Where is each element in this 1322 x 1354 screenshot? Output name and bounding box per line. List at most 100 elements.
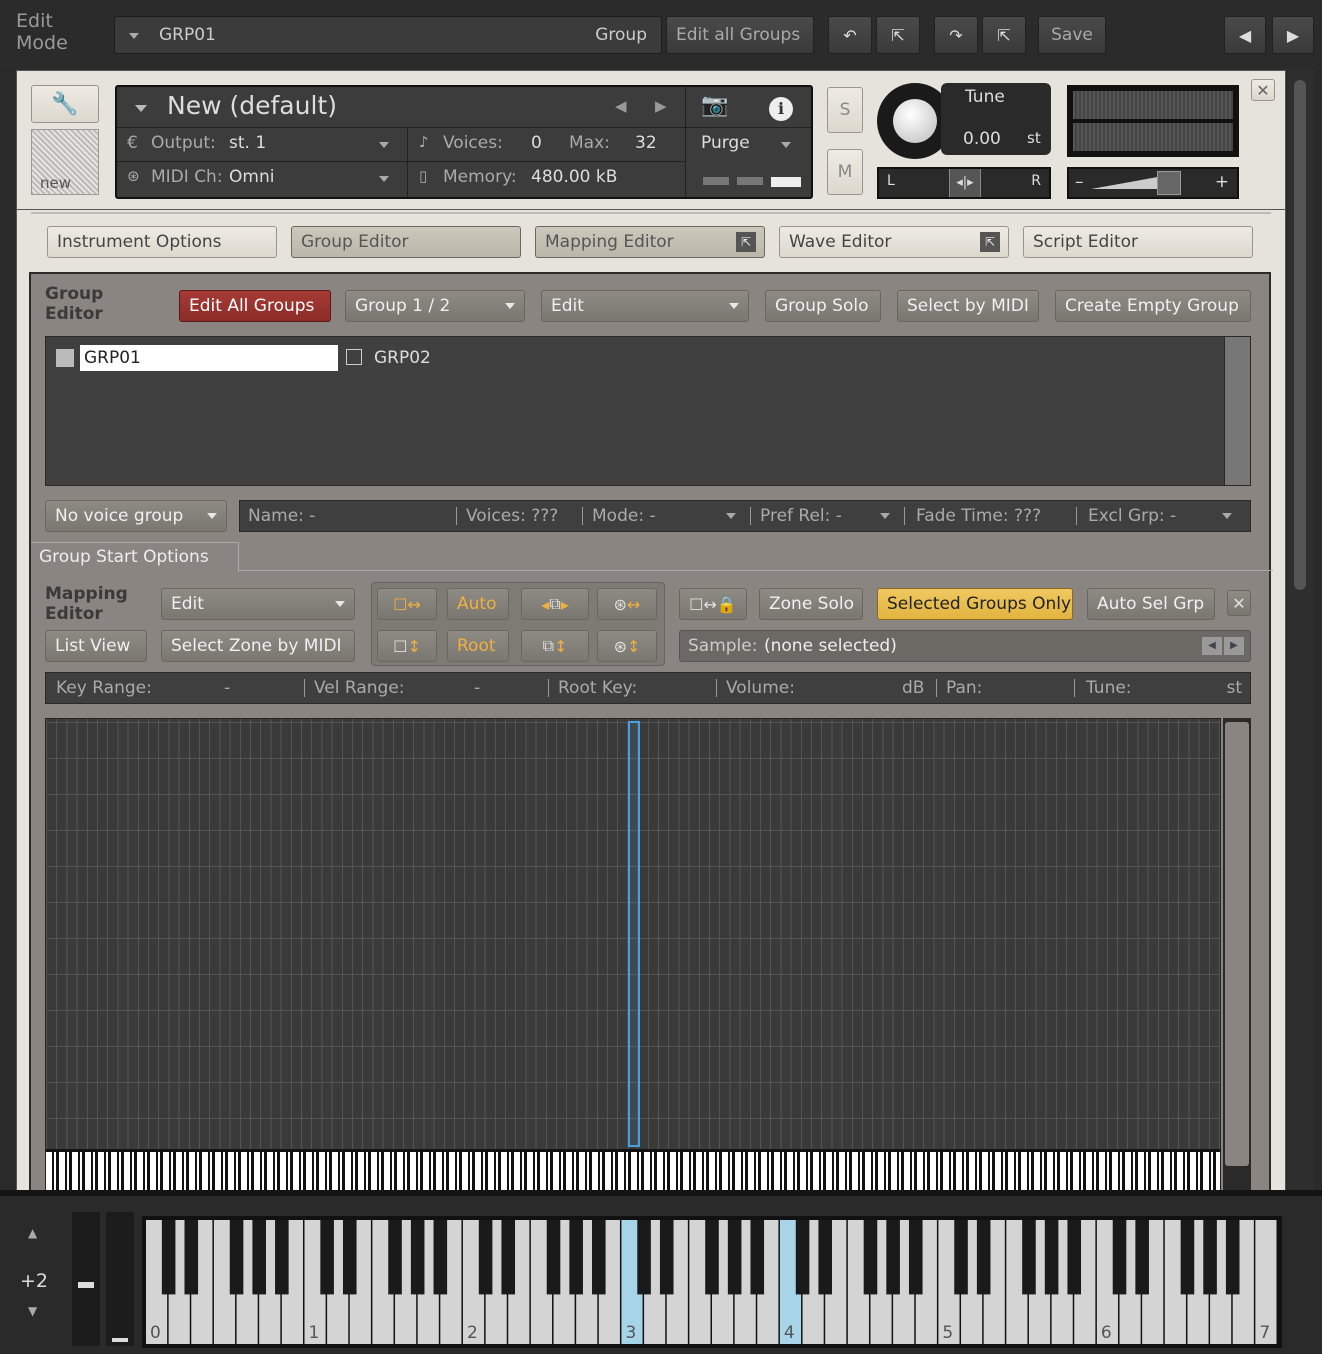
volume-handle[interactable] — [1157, 171, 1181, 195]
vel-range-value[interactable]: - — [474, 673, 480, 703]
undo-icon[interactable]: ↶ — [828, 16, 872, 54]
black-key[interactable] — [1022, 1220, 1036, 1295]
group-checkbox[interactable] — [56, 349, 74, 367]
create-empty-group-button[interactable]: Create Empty Group — [1055, 290, 1251, 322]
select-by-midi-button[interactable]: Select by MIDI — [897, 290, 1039, 322]
key-range-value[interactable]: - — [224, 673, 230, 703]
mapping-grid[interactable] — [45, 718, 1221, 1192]
undo-history-icon[interactable]: ⇱ — [876, 16, 920, 54]
mapping-grid-keyboard[interactable] — [46, 1149, 1220, 1191]
rack-scrollbar[interactable] — [1288, 70, 1314, 1190]
move-horizontal-icon[interactable]: ◂ ⧉ ▸ — [521, 588, 589, 620]
black-key[interactable] — [1225, 1220, 1240, 1295]
prev-instrument-icon[interactable]: ◀ — [615, 97, 627, 115]
black-key[interactable] — [908, 1220, 923, 1295]
black-key[interactable] — [976, 1220, 991, 1295]
black-key[interactable] — [863, 1220, 878, 1295]
mapping-grid-scrollbar[interactable] — [1223, 718, 1251, 1192]
info-icon[interactable]: i — [769, 97, 793, 121]
excl-grp-field[interactable]: Excl Grp: - — [1088, 501, 1176, 531]
piano-keys[interactable]: 0 1 2 3 4 5 6 7 — [146, 1220, 1278, 1344]
pref-rel-field[interactable]: Pref Rel: - — [760, 501, 842, 531]
black-key[interactable] — [252, 1220, 266, 1295]
chevron-down-icon[interactable] — [135, 105, 147, 112]
chevron-down-icon[interactable] — [379, 142, 389, 148]
black-key[interactable] — [161, 1220, 176, 1295]
edit-all-groups-toggle[interactable]: Edit all Groups — [666, 16, 814, 54]
black-key[interactable] — [229, 1220, 244, 1295]
tab-instrument-options[interactable]: Instrument Options — [47, 226, 277, 258]
instrument-name[interactable]: New (default) — [167, 91, 337, 120]
black-key[interactable] — [818, 1220, 832, 1295]
tab-mapping-editor[interactable]: Mapping Editor ⇱ — [535, 226, 765, 258]
popout-icon[interactable]: ⇱ — [736, 232, 756, 252]
voices-field[interactable]: Voices: ??? — [466, 501, 558, 531]
new-instrument-thumbnail[interactable]: new — [31, 129, 99, 195]
extend-vertical-icon[interactable]: ☐ ↕ — [377, 630, 437, 662]
group-edit-dropdown[interactable]: Edit — [541, 290, 749, 322]
pitch-wheel[interactable] — [72, 1212, 100, 1346]
black-key[interactable] — [275, 1220, 289, 1295]
tab-group-editor[interactable]: Group Editor — [291, 226, 521, 258]
group-checkbox[interactable] — [346, 349, 362, 365]
black-key[interactable] — [727, 1220, 742, 1295]
next-instrument-icon[interactable]: ▶ — [655, 97, 667, 115]
black-key[interactable] — [433, 1220, 448, 1295]
redo-history-icon[interactable]: ⇱ — [982, 16, 1026, 54]
black-key[interactable] — [501, 1220, 516, 1295]
black-key[interactable] — [184, 1220, 199, 1295]
move-vertical-icon[interactable]: ⧉ ↕ — [521, 630, 589, 662]
midi-value[interactable]: Omni — [229, 167, 274, 187]
output-value[interactable]: st. 1 — [229, 133, 266, 153]
black-key[interactable] — [592, 1220, 606, 1295]
black-key[interactable] — [1067, 1220, 1082, 1295]
group-list-item[interactable]: GRP01 — [80, 345, 338, 371]
black-key[interactable] — [1135, 1220, 1149, 1295]
black-key[interactable] — [320, 1220, 334, 1295]
black-key[interactable] — [478, 1220, 493, 1295]
black-key[interactable] — [1112, 1220, 1127, 1295]
group-list-item[interactable]: GRP02 — [374, 345, 431, 371]
group-list-scrollbar[interactable] — [1224, 337, 1250, 485]
tab-wave-editor[interactable]: Wave Editor ⇱ — [779, 226, 1009, 258]
fade-time-field[interactable]: Fade Time: ??? — [916, 501, 1041, 531]
group-solo-button[interactable]: Group Solo — [765, 290, 881, 322]
volume-slider[interactable]: – + — [1067, 167, 1239, 199]
piano-keyboard[interactable]: 0 1 2 3 4 5 6 7 — [142, 1216, 1282, 1348]
black-key[interactable] — [1180, 1220, 1195, 1295]
selected-key-column[interactable] — [628, 721, 640, 1147]
tune-value[interactable]: 0.00 — [963, 129, 1001, 149]
save-button[interactable]: Save — [1038, 16, 1106, 54]
black-key[interactable] — [388, 1220, 402, 1295]
mapping-edit-dropdown[interactable]: Edit — [161, 588, 355, 620]
previous-icon[interactable]: ◀ — [1224, 16, 1266, 54]
chevron-down-icon[interactable] — [726, 513, 736, 519]
pan-handle[interactable]: ◂|▸ — [949, 169, 981, 197]
black-key[interactable] — [1203, 1220, 1217, 1295]
group-select-dropdown[interactable]: Group 1 / 2 — [345, 290, 525, 322]
midi-horizontal-icon[interactable]: ⊛ ↔ — [597, 588, 657, 620]
camera-icon[interactable]: 📷 — [701, 93, 728, 118]
selected-groups-only-button[interactable]: Selected Groups Only — [877, 588, 1073, 620]
group-start-options-tab[interactable]: Group Start Options — [31, 542, 239, 572]
extend-horizontal-icon[interactable]: ☐↔ — [377, 588, 437, 620]
midi-vertical-icon[interactable]: ⊛ ↕ — [597, 630, 657, 662]
auto-sel-grp-button[interactable]: Auto Sel Grp — [1087, 588, 1215, 620]
mod-wheel[interactable] — [106, 1212, 134, 1346]
black-key[interactable] — [342, 1220, 357, 1295]
mode-field[interactable]: Mode: - — [592, 501, 656, 531]
chevron-down-icon[interactable] — [1222, 513, 1232, 519]
zone-solo-button[interactable]: Zone Solo — [759, 588, 863, 620]
black-key[interactable] — [410, 1220, 425, 1295]
black-key[interactable] — [705, 1220, 719, 1295]
edit-mode-label[interactable]: Edit Mode — [16, 10, 68, 54]
select-zone-by-midi-button[interactable]: Select Zone by MIDI — [161, 630, 355, 662]
name-field[interactable]: Name: - — [248, 501, 315, 531]
group-list[interactable]: GRP01 GRP02 — [45, 336, 1251, 486]
edit-all-groups-button[interactable]: Edit All Groups — [179, 290, 331, 322]
root-map-button[interactable]: Root — [447, 630, 509, 662]
black-key[interactable] — [1044, 1220, 1059, 1295]
max-value[interactable]: 32 — [635, 133, 657, 153]
next-icon[interactable]: ▶ — [1272, 16, 1314, 54]
chevron-down-icon[interactable] — [379, 176, 389, 182]
